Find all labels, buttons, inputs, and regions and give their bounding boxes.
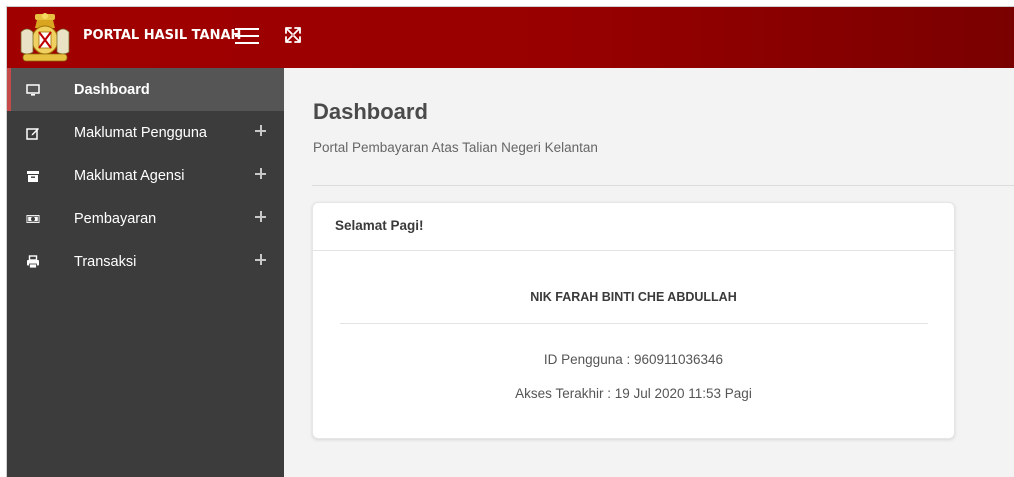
last-access: Akses Terakhir : 19 Jul 2020 11:53 Pagi xyxy=(515,386,752,401)
sidebar-item-maklumat-agensi[interactable]: Maklumat Agensi xyxy=(7,154,284,197)
money-bill-icon xyxy=(26,214,40,223)
edit-icon xyxy=(26,127,39,140)
expand-plus-icon[interactable] xyxy=(255,125,267,137)
state-crest-icon[interactable] xyxy=(17,10,73,65)
user-id: ID Pengguna : 960911036346 xyxy=(543,352,724,367)
expand-plus-icon[interactable] xyxy=(255,168,267,180)
sidebar-item-pembayaran[interactable]: Pembayaran xyxy=(7,197,284,240)
top-navbar: PORTAL HASIL TANAH xyxy=(7,7,1014,68)
brand-title[interactable]: PORTAL HASIL TANAH xyxy=(83,27,241,45)
expand-plus-icon[interactable] xyxy=(255,211,267,223)
main-content: Dashboard Portal Pembayaran Atas Talian … xyxy=(284,68,1014,477)
fullscreen-expand-icon[interactable] xyxy=(283,25,303,45)
sidebar-item-label: Maklumat Pengguna xyxy=(74,124,207,141)
header-divider xyxy=(312,185,1014,186)
expand-plus-icon[interactable] xyxy=(255,254,267,266)
printer-icon xyxy=(27,254,39,268)
welcome-card: Selamat Pagi! NIK FARAH BINTI CHE ABDULL… xyxy=(312,202,955,439)
sidebar-item-label: Pembayaran xyxy=(74,210,157,227)
card-title: Selamat Pagi! xyxy=(335,218,424,233)
sidebar-item-label: Dashboard xyxy=(74,81,150,98)
sidebar-item-label: Transaksi xyxy=(74,253,137,270)
app-window: PORTAL HASIL TANAH Dashboard Maklumat Pe… xyxy=(6,6,1014,477)
archive-box-icon xyxy=(27,170,39,182)
card-header: Selamat Pagi! xyxy=(313,203,954,251)
hamburger-menu-icon[interactable] xyxy=(235,25,259,47)
sidebar-item-dashboard[interactable]: Dashboard xyxy=(7,68,284,111)
page-subtitle: Portal Pembayaran Atas Talian Negeri Kel… xyxy=(313,140,598,155)
sidebar: Dashboard Maklumat Pengguna Maklumat Age… xyxy=(7,68,284,477)
page-title: Dashboard xyxy=(313,99,428,124)
card-divider xyxy=(340,323,928,324)
sidebar-item-label: Maklumat Agensi xyxy=(74,167,185,184)
user-name: NIK FARAH BINTI CHE ABDULLAH xyxy=(530,290,737,304)
sidebar-item-transaksi[interactable]: Transaksi xyxy=(7,240,284,283)
sidebar-item-maklumat-pengguna[interactable]: Maklumat Pengguna xyxy=(7,111,284,154)
monitor-icon xyxy=(26,83,40,96)
